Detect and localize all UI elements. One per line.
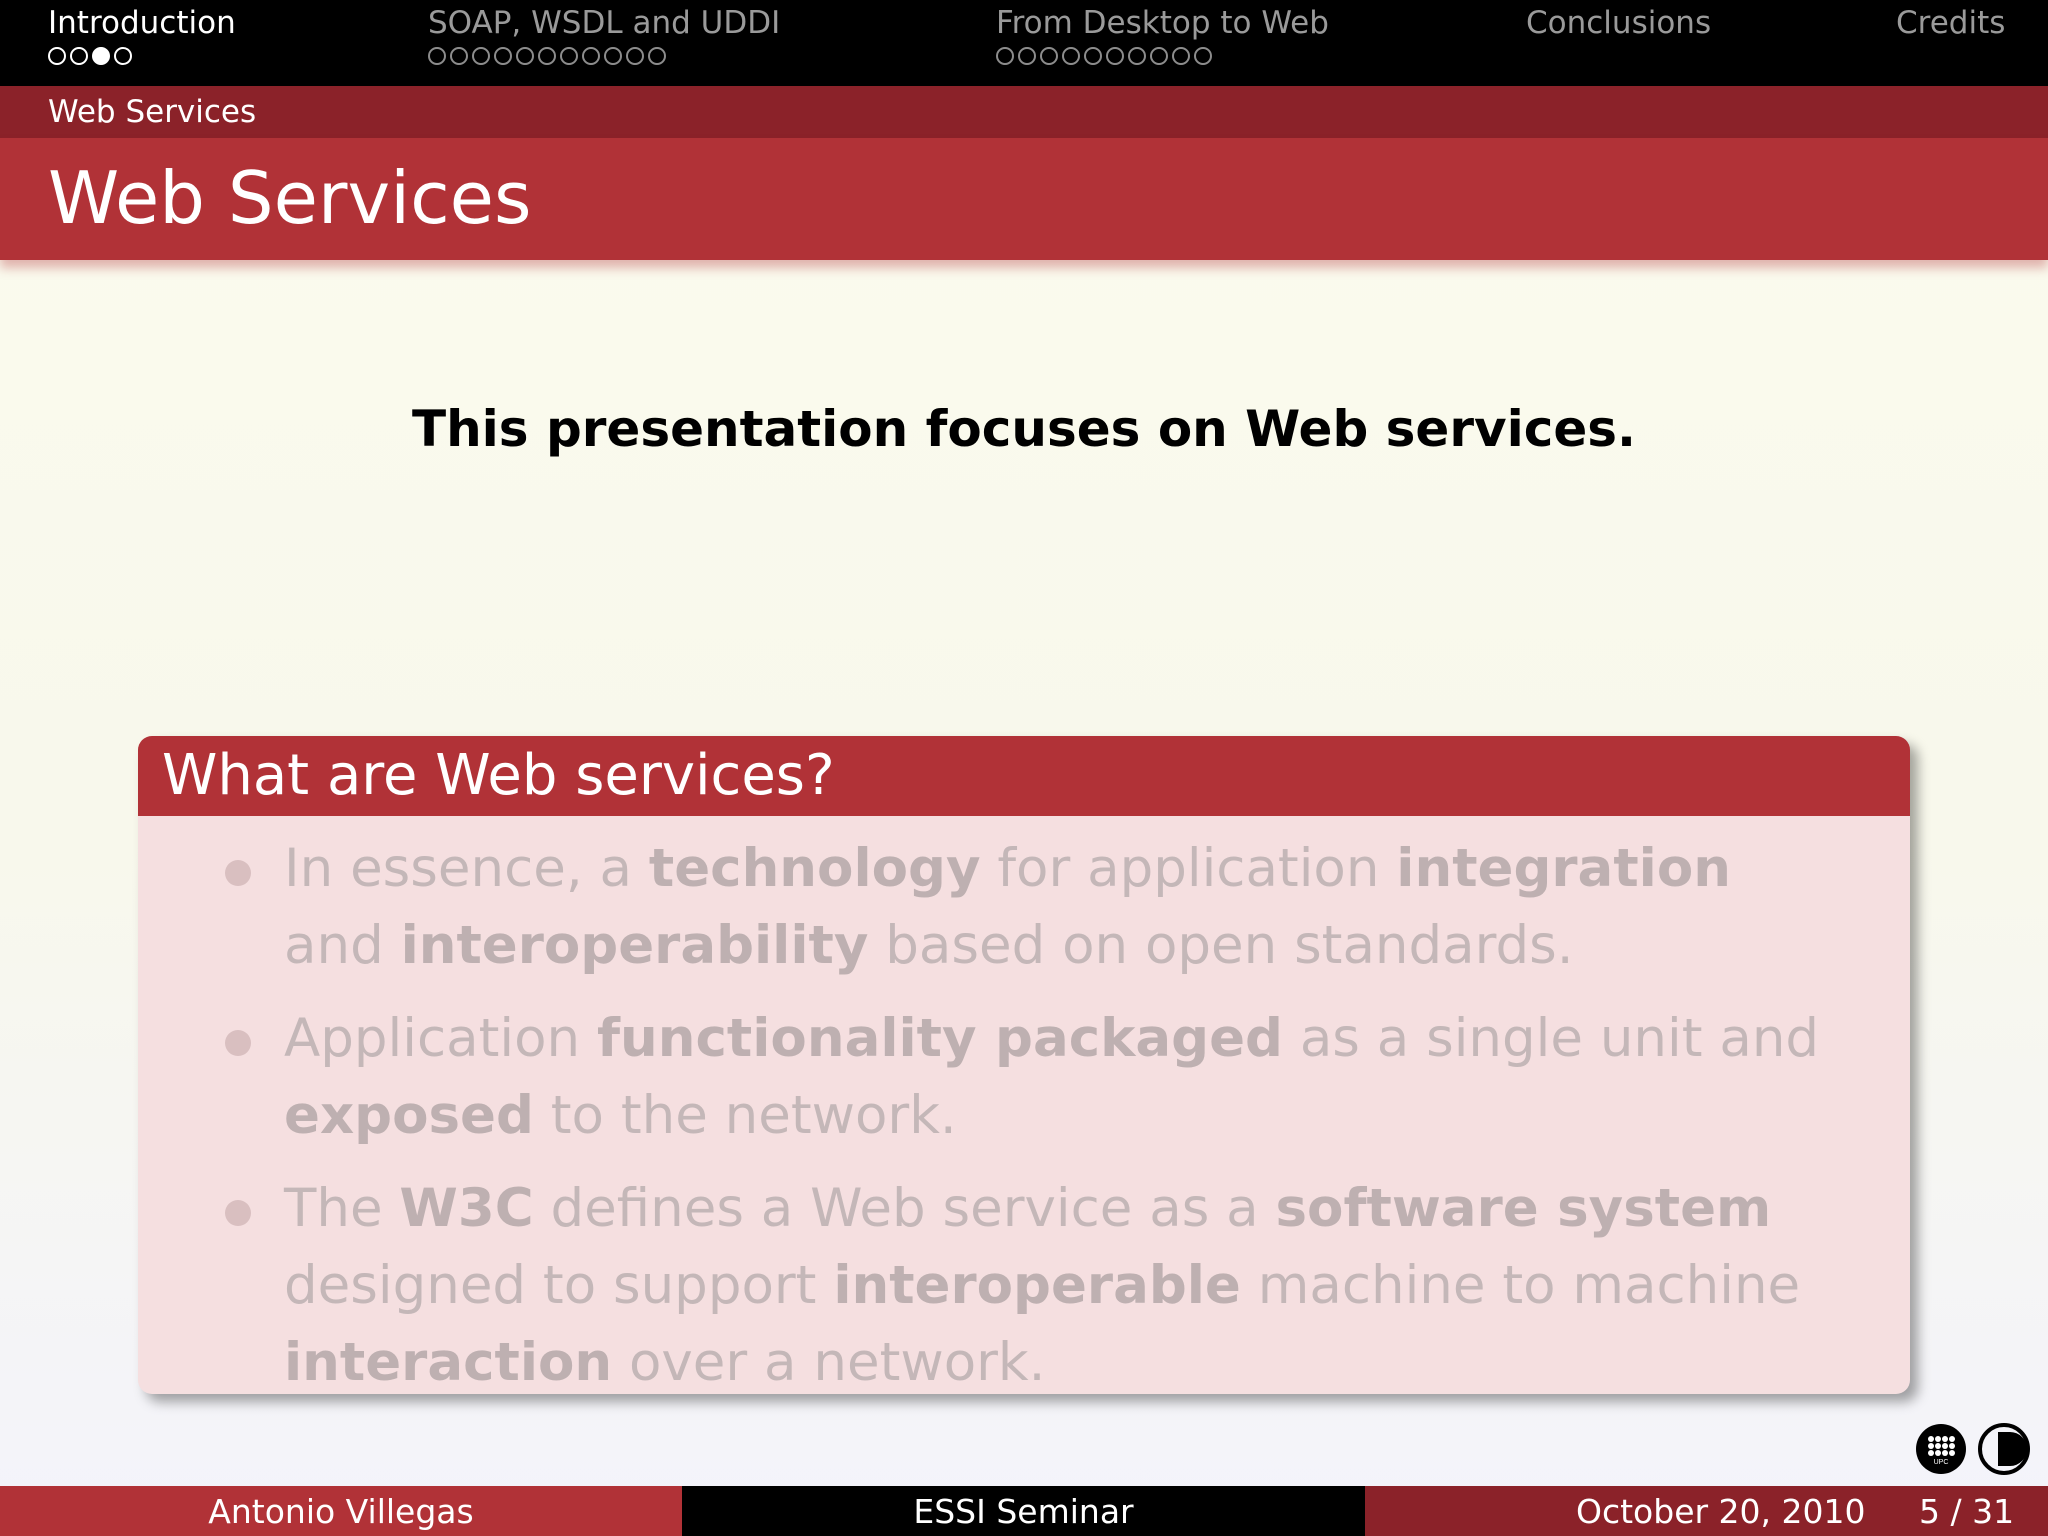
nav-section-label[interactable]: Introduction: [48, 6, 236, 40]
footer: Antonio Villegas ESSI Seminar October 20…: [0, 1486, 2048, 1536]
bullet-marker: [225, 1200, 251, 1226]
nav-frame-dot[interactable]: [538, 47, 556, 65]
footer-event-box: ESSI Seminar: [682, 1486, 1365, 1536]
bullet-emphasis: software system: [1275, 1178, 1772, 1239]
doctorate-logo: [1976, 1422, 2032, 1476]
nav-frame-dot[interactable]: [560, 47, 578, 65]
block-bullet: In essence, a technology for application…: [138, 830, 1910, 984]
nav-frame-dot[interactable]: [1062, 47, 1080, 65]
bullet-emphasis: W3C: [399, 1178, 534, 1239]
bullet-text: The: [284, 1178, 400, 1239]
bullet-text: In essence, a: [284, 838, 649, 899]
bullet-text: over a network.: [612, 1332, 1046, 1393]
bullet-emphasis: exposed: [284, 1085, 534, 1146]
nav-section-soap[interactable]: SOAP, WSDL and UDDI: [428, 6, 780, 66]
bullet-text: machine to machine: [1240, 1255, 1801, 1316]
nav-frame-dot[interactable]: [1172, 47, 1190, 65]
nav-frame-dot[interactable]: [1040, 47, 1058, 65]
nav-frame-dots: [996, 46, 1329, 66]
nav-frame-dot[interactable]: [996, 47, 1014, 65]
nav-frame-dots: [428, 46, 780, 66]
nav-frame-dot[interactable]: [114, 47, 132, 65]
nav-section-label[interactable]: Conclusions: [1526, 6, 1711, 40]
nav-frame-dot[interactable]: [48, 47, 66, 65]
nav-frame-dot[interactable]: [1128, 47, 1146, 65]
block-bullet: Application functionality packaged as a …: [138, 1000, 1910, 1154]
bullet-emphasis: interoperable: [833, 1255, 1241, 1316]
block-title: What are Web services?: [162, 743, 835, 808]
nav-frame-dot[interactable]: [1018, 47, 1036, 65]
bullet-text: as a single unit and: [1282, 1008, 1820, 1069]
footer-event[interactable]: ESSI Seminar: [682, 1492, 1365, 1531]
nav-section-credits[interactable]: Credits: [1896, 6, 2005, 40]
nav-frame-dots: [48, 46, 236, 66]
block-header: What are Web services?: [138, 736, 1910, 816]
frame-title: Web Services: [48, 156, 532, 240]
block-body: In essence, a technology for application…: [138, 816, 1910, 1394]
upc-logo-text: UPC: [1934, 1459, 1949, 1466]
bullet-text: based on open standards.: [868, 915, 1574, 976]
nav-frame-dot[interactable]: [604, 47, 622, 65]
bullet-text: Application: [284, 1008, 597, 1069]
nav-frame-dot[interactable]: [648, 47, 666, 65]
nav-section-desktop-to-web[interactable]: From Desktop to Web: [996, 6, 1329, 66]
nav-frame-dot[interactable]: [582, 47, 600, 65]
nav-frame-dot[interactable]: [626, 47, 644, 65]
nav-section-label[interactable]: From Desktop to Web: [996, 6, 1329, 40]
bullet-emphasis: integration: [1396, 838, 1731, 899]
intro-sentence: This presentation focuses on Web service…: [411, 400, 1637, 458]
bullet-marker: [225, 860, 251, 886]
subsection-bar: Web Services: [0, 86, 2048, 138]
bullet-text: and: [284, 915, 401, 976]
bullet-emphasis: functionality packaged: [596, 1008, 1283, 1069]
nav-frame-dot[interactable]: [1150, 47, 1168, 65]
doctorate-logo-icon: [1978, 1423, 2030, 1475]
nav-frame-dot[interactable]: [92, 47, 110, 65]
nav-frame-dot[interactable]: [1106, 47, 1124, 65]
nav-section-introduction[interactable]: Introduction: [48, 6, 236, 66]
subsection-title[interactable]: Web Services: [48, 94, 256, 130]
bullet-emphasis: technology: [648, 838, 981, 899]
bullet-text: designed to support: [284, 1255, 834, 1316]
section-navigation: Introduction SOAP, WSDL and UDDI From De…: [0, 0, 2048, 86]
bullet-text: defines a Web service as a: [533, 1178, 1276, 1239]
frame-title-bar: Web Services: [0, 138, 2048, 260]
bullet-emphasis: interoperability: [400, 915, 869, 976]
definition-block: What are Web services? In essence, a tec…: [138, 736, 1910, 1394]
nav-frame-dot[interactable]: [70, 47, 88, 65]
nav-frame-dot[interactable]: [1194, 47, 1212, 65]
bullet-emphasis: interaction: [284, 1332, 613, 1393]
nav-section-conclusions[interactable]: Conclusions: [1526, 6, 1711, 40]
footer-date-box: October 20, 2010 5 / 31: [1365, 1486, 2048, 1536]
bullet-text: to the network.: [533, 1085, 957, 1146]
nav-frame-dot[interactable]: [428, 47, 446, 65]
nav-frame-dot[interactable]: [1084, 47, 1102, 65]
bullet-marker: [225, 1030, 251, 1056]
nav-frame-dot[interactable]: [516, 47, 534, 65]
nav-frame-dot[interactable]: [472, 47, 490, 65]
footer-date: October 20, 2010: [1576, 1492, 1866, 1531]
nav-section-label[interactable]: Credits: [1896, 6, 2005, 40]
block-bullet: The W3C defines a Web service as a softw…: [138, 1170, 1910, 1394]
nav-frame-dot[interactable]: [494, 47, 512, 65]
nav-frame-dot[interactable]: [450, 47, 468, 65]
bullet-text: for application: [980, 838, 1397, 899]
upc-logo: UPC: [1916, 1424, 1966, 1474]
footer-author[interactable]: Antonio Villegas: [0, 1492, 682, 1531]
upc-logo-icon: UPC: [1928, 1436, 1955, 1466]
footer-author-box: Antonio Villegas: [0, 1486, 682, 1536]
nav-section-label[interactable]: SOAP, WSDL and UDDI: [428, 6, 780, 40]
footer-page-number: 5 / 31: [1919, 1492, 2015, 1531]
